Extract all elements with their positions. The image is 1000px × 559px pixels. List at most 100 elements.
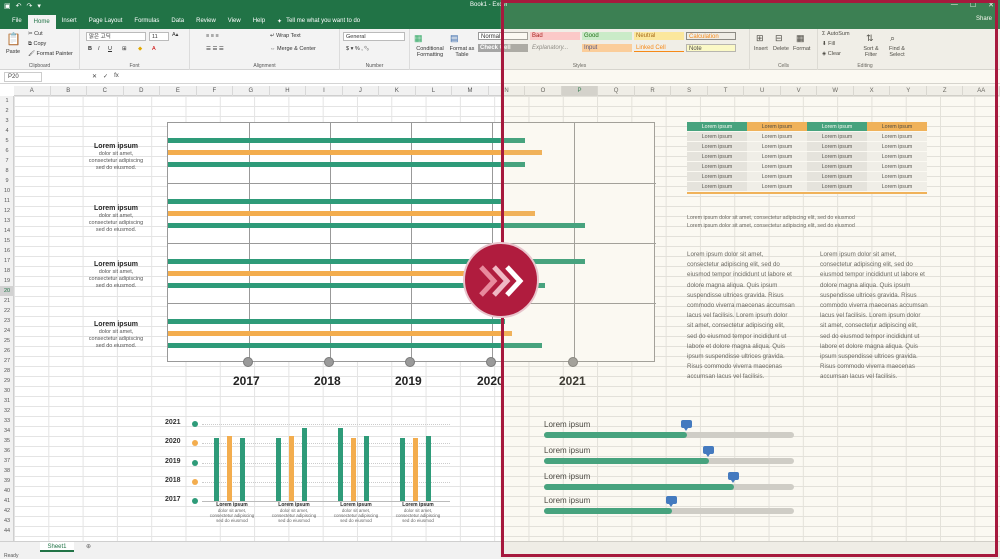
row-header[interactable]: 5 bbox=[0, 136, 14, 146]
row-header[interactable]: 32 bbox=[0, 406, 14, 416]
conditional-formatting-button[interactable]: Conditional Formatting bbox=[412, 46, 448, 58]
row-header[interactable]: 15 bbox=[0, 236, 14, 246]
column-header[interactable]: D bbox=[124, 86, 161, 96]
row-header[interactable]: 24 bbox=[0, 326, 14, 336]
row-header[interactable]: 9 bbox=[0, 176, 14, 186]
row-header[interactable]: 26 bbox=[0, 346, 14, 356]
border-icon[interactable]: ⊞ bbox=[122, 46, 127, 52]
column-header[interactable]: L bbox=[416, 86, 453, 96]
tab-insert[interactable]: Insert bbox=[56, 14, 83, 28]
row-header[interactable]: 44 bbox=[0, 526, 14, 536]
add-sheet-icon[interactable]: ⊕ bbox=[86, 543, 91, 550]
row-header[interactable]: 6 bbox=[0, 146, 14, 156]
row-header[interactable]: 20 bbox=[0, 286, 14, 296]
row-header[interactable]: 3 bbox=[0, 116, 14, 126]
row-header[interactable]: 16 bbox=[0, 246, 14, 256]
row-header[interactable]: 27 bbox=[0, 356, 14, 366]
row-header[interactable]: 25 bbox=[0, 336, 14, 346]
tab-file[interactable]: File bbox=[6, 14, 28, 28]
tab-home[interactable]: Home bbox=[27, 15, 56, 29]
column-header[interactable]: A bbox=[14, 86, 51, 96]
row-header[interactable]: 18 bbox=[0, 266, 14, 276]
row-header[interactable]: 34 bbox=[0, 426, 14, 436]
table-icon[interactable]: ▤ bbox=[450, 33, 459, 44]
fx-icon[interactable]: fx bbox=[114, 73, 119, 80]
column-header[interactable]: E bbox=[160, 86, 197, 96]
row-header[interactable]: 43 bbox=[0, 516, 14, 526]
row-header[interactable]: 38 bbox=[0, 466, 14, 476]
column-header[interactable]: I bbox=[306, 86, 343, 96]
number-format-select[interactable]: General bbox=[343, 32, 405, 41]
paste-button[interactable]: Paste bbox=[6, 49, 20, 55]
align-top-icon[interactable]: ≡ ≡ ≡ bbox=[206, 33, 219, 39]
row-header[interactable]: 42 bbox=[0, 506, 14, 516]
tab-formulas[interactable]: Formulas bbox=[128, 14, 165, 28]
format-as-table-button[interactable]: Format as Table bbox=[448, 46, 476, 58]
row-header[interactable]: 10 bbox=[0, 186, 14, 196]
row-header[interactable]: 22 bbox=[0, 306, 14, 316]
bold-button[interactable]: B bbox=[88, 46, 92, 52]
column-header[interactable]: J bbox=[343, 86, 380, 96]
underline-button[interactable]: U bbox=[108, 46, 112, 52]
fill-color-icon[interactable]: ◆ bbox=[138, 46, 142, 52]
undo-icon[interactable]: ↶ bbox=[16, 2, 22, 10]
customize-icon[interactable]: ▾ bbox=[37, 2, 41, 10]
tab-review[interactable]: Review bbox=[190, 14, 222, 28]
row-header[interactable]: 31 bbox=[0, 396, 14, 406]
row-header[interactable]: 37 bbox=[0, 456, 14, 466]
column-header[interactable]: F bbox=[197, 86, 234, 96]
row-header[interactable]: 29 bbox=[0, 376, 14, 386]
column-header[interactable]: H bbox=[270, 86, 307, 96]
row-header[interactable]: 36 bbox=[0, 446, 14, 456]
merge-center-button[interactable]: ⇔ Merge & Center bbox=[270, 46, 316, 52]
row-header[interactable]: 35 bbox=[0, 436, 14, 446]
sheet-tab[interactable]: Sheet1 bbox=[40, 542, 74, 552]
paste-icon[interactable]: 📋 bbox=[6, 32, 21, 46]
row-header[interactable]: 30 bbox=[0, 386, 14, 396]
cancel-icon[interactable]: ✕ bbox=[92, 73, 97, 80]
wrap-text-button[interactable]: ↵ Wrap Text bbox=[270, 33, 301, 39]
row-header[interactable]: 12 bbox=[0, 206, 14, 216]
row-header[interactable]: 39 bbox=[0, 476, 14, 486]
column-header[interactable]: G bbox=[233, 86, 270, 96]
row-header[interactable]: 4 bbox=[0, 126, 14, 136]
grow-font-icon[interactable]: A▴ bbox=[172, 32, 178, 38]
align-left-icon[interactable]: ☰ ☰ ☰ bbox=[206, 46, 224, 52]
row-header[interactable]: 33 bbox=[0, 416, 14, 426]
row-header[interactable]: 14 bbox=[0, 226, 14, 236]
row-header[interactable]: 7 bbox=[0, 156, 14, 166]
font-name-select[interactable]: 맑은 고딕 bbox=[86, 32, 146, 41]
font-size-select[interactable]: 11 bbox=[149, 32, 169, 41]
currency-icon[interactable]: $ ▾ % , ⁰₀ bbox=[346, 46, 369, 52]
redo-icon[interactable]: ↷ bbox=[27, 2, 33, 10]
row-header[interactable]: 21 bbox=[0, 296, 14, 306]
tab-view[interactable]: View bbox=[222, 14, 247, 28]
row-header[interactable]: 41 bbox=[0, 496, 14, 506]
row-header[interactable]: 23 bbox=[0, 316, 14, 326]
tab-page-layout[interactable]: Page Layout bbox=[83, 14, 129, 28]
font-color-icon[interactable]: A bbox=[152, 46, 156, 52]
row-header[interactable]: 17 bbox=[0, 256, 14, 266]
row-header[interactable]: 40 bbox=[0, 486, 14, 496]
tab-help[interactable]: Help bbox=[247, 14, 271, 28]
name-box[interactable]: P20 bbox=[4, 72, 42, 82]
column-header[interactable]: B bbox=[51, 86, 88, 96]
tell-me-box[interactable]: ✦ Tell me what you want to do bbox=[277, 18, 360, 25]
enter-icon[interactable]: ✓ bbox=[103, 73, 108, 80]
column-header[interactable]: M bbox=[452, 86, 489, 96]
copy-button[interactable]: ⧉ Copy bbox=[28, 41, 46, 48]
italic-button[interactable]: I bbox=[98, 46, 100, 52]
column-header[interactable]: K bbox=[379, 86, 416, 96]
row-header[interactable]: 2 bbox=[0, 106, 14, 116]
cut-button[interactable]: ✂ Cut bbox=[28, 31, 43, 37]
tab-data[interactable]: Data bbox=[165, 14, 190, 28]
row-header[interactable]: 28 bbox=[0, 366, 14, 376]
row-header[interactable]: 1 bbox=[0, 96, 14, 106]
column-header[interactable]: C bbox=[87, 86, 124, 96]
row-header[interactable]: 13 bbox=[0, 216, 14, 226]
conditional-icon[interactable]: ▦ bbox=[414, 33, 423, 44]
row-header[interactable]: 19 bbox=[0, 276, 14, 286]
row-header[interactable]: 8 bbox=[0, 166, 14, 176]
row-header[interactable]: 11 bbox=[0, 196, 14, 206]
format-painter-button[interactable]: 🖌 Format Painter bbox=[28, 51, 73, 57]
